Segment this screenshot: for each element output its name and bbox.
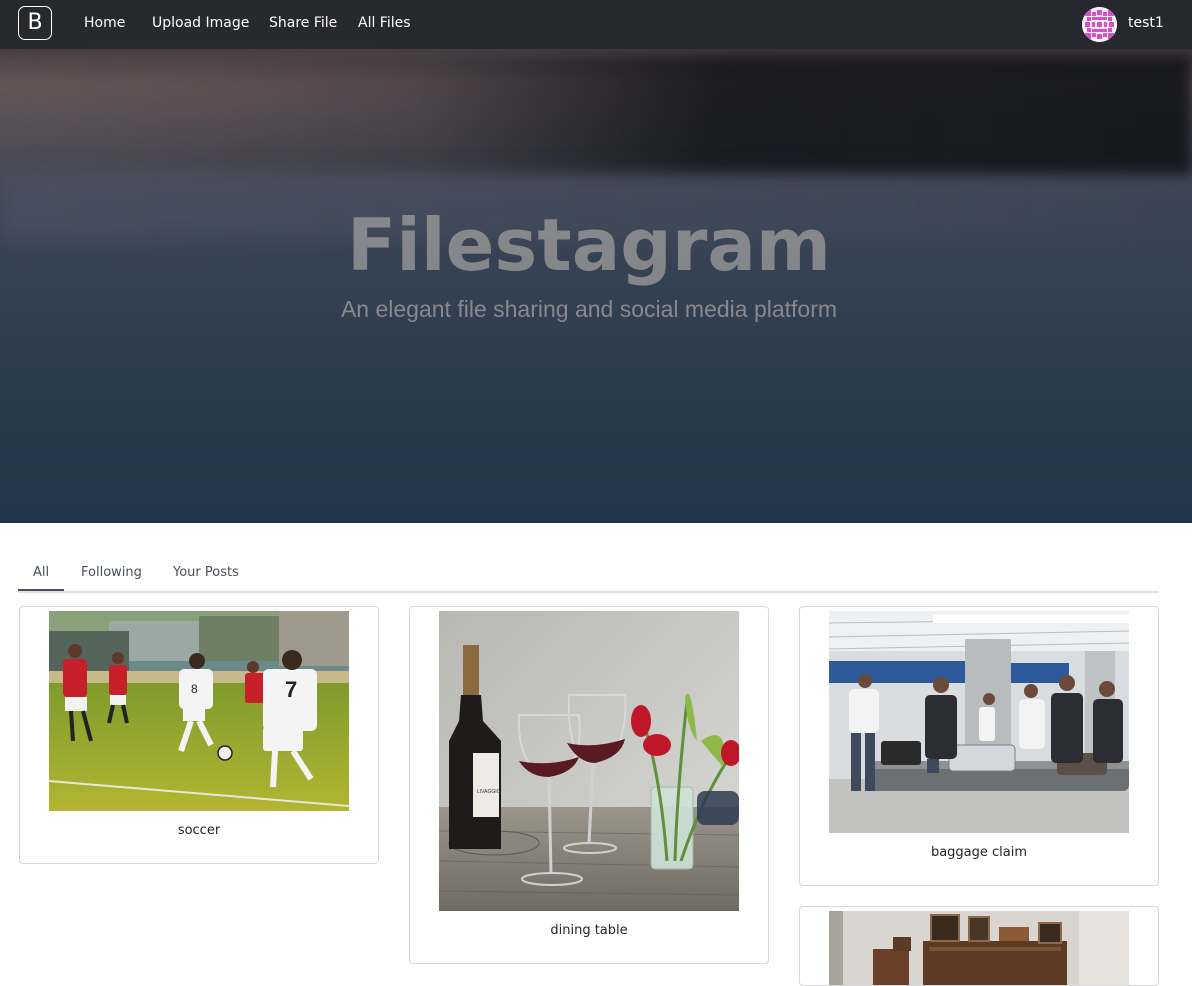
wine-label-text: LIVAGGIO	[477, 789, 501, 795]
post-card[interactable]	[799, 906, 1159, 986]
shelf-photo	[829, 911, 1129, 985]
nav-link-home[interactable]: Home	[84, 15, 125, 31]
feed-tabs: All Following Your Posts	[18, 555, 1159, 593]
wine-photo: LIVAGGIO	[439, 611, 739, 911]
svg-text:8: 8	[191, 682, 198, 696]
nav-link-all-files[interactable]: All Files	[358, 15, 411, 31]
avatar-identicon-icon	[1082, 7, 1117, 42]
svg-text:7: 7	[285, 677, 297, 702]
active-tab-indicator	[18, 589, 64, 591]
soccer-photo: 78	[49, 611, 349, 811]
tab-your-posts[interactable]: Your Posts	[173, 565, 239, 580]
post-caption: dining table	[550, 923, 628, 938]
post-image[interactable]: LIVAGGIO	[439, 611, 739, 911]
post-caption: baggage claim	[930, 845, 1028, 860]
post-card[interactable]: baggage claim	[799, 606, 1159, 886]
post-card[interactable]: 78 soccer	[19, 606, 379, 864]
post-image[interactable]	[829, 611, 1129, 833]
nav-link-share-file[interactable]: Share File	[269, 15, 337, 31]
baggage-photo	[829, 611, 1129, 833]
post-caption: soccer	[177, 823, 221, 838]
hero-title: Filestagram	[347, 203, 831, 287]
username-label[interactable]: test1	[1128, 15, 1164, 31]
post-card[interactable]: LIVAGGIO dining table	[409, 606, 769, 964]
user-avatar[interactable]	[1082, 7, 1117, 42]
hero-banner: Filestagram An elegant file sharing and …	[0, 0, 1192, 523]
tab-following[interactable]: Following	[81, 565, 142, 580]
post-image[interactable]	[829, 911, 1129, 985]
tab-all[interactable]: All	[33, 565, 49, 580]
hero-lake-shadow	[0, 55, 1192, 175]
brand-logo[interactable]: B	[18, 6, 52, 40]
post-image[interactable]: 78	[49, 611, 349, 811]
top-navbar: B Home Upload Image Share File All Files	[0, 0, 1192, 49]
hero-subtitle: An elegant file sharing and social media…	[340, 296, 838, 322]
nav-link-upload-image[interactable]: Upload Image	[152, 15, 249, 31]
